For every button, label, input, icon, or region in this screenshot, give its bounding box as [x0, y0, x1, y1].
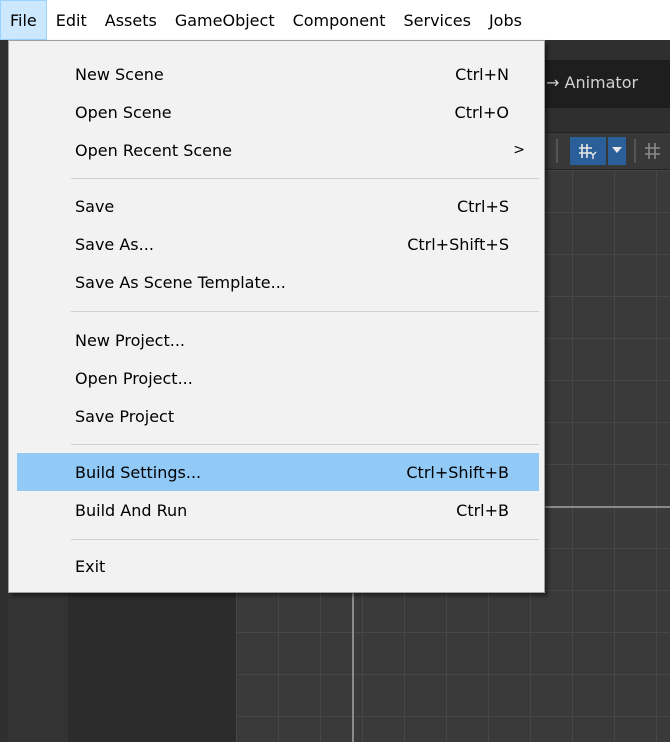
menu-separator: [71, 178, 539, 179]
menu-item-shortcut: Ctrl+Shift+B: [406, 462, 509, 482]
menu-item-exit[interactable]: Exit: [17, 547, 539, 585]
menu-item-label: Open Scene: [75, 102, 172, 122]
menu-item-save-as[interactable]: Save As... Ctrl+Shift+S: [17, 225, 539, 263]
grid-axis-horizontal: [536, 506, 670, 508]
menu-separator: [71, 311, 539, 312]
menu-item-save-as-scene-template[interactable]: Save As Scene Template...: [17, 263, 539, 301]
menu-item-label: Build And Run: [75, 500, 188, 520]
menu-item-shortcut: Ctrl+O: [454, 102, 509, 122]
menu-component[interactable]: Component: [284, 0, 395, 40]
grid-icon[interactable]: [644, 141, 664, 165]
menu-item-save-project[interactable]: Save Project: [17, 397, 539, 435]
toolbar-separator: [556, 139, 558, 163]
menu-item-open-scene[interactable]: Open Scene Ctrl+O: [17, 93, 539, 131]
menu-item-shortcut: Ctrl+B: [456, 500, 509, 520]
menu-gameobject[interactable]: GameObject: [166, 0, 284, 40]
grid-snap-icon[interactable]: [570, 137, 606, 165]
menu-item-build-settings[interactable]: Build Settings... Ctrl+Shift+B: [17, 453, 539, 491]
menu-item-label: Exit: [75, 556, 106, 576]
tab-animator[interactable]: → Animator: [546, 60, 638, 106]
menu-item-label: Save: [75, 196, 115, 216]
menu-bar: File Edit Assets GameObject Component Se…: [0, 0, 670, 40]
menu-item-label: Open Recent Scene: [75, 140, 232, 160]
menu-item-new-project[interactable]: New Project...: [17, 321, 539, 359]
chevron-right-icon: >: [513, 142, 525, 158]
menu-item-label: Build Settings...: [75, 462, 202, 482]
menu-item-shortcut: Ctrl+N: [455, 64, 509, 84]
menu-jobs[interactable]: Jobs: [480, 0, 531, 40]
menu-item-label: Save As Scene Template...: [75, 272, 286, 292]
menu-separator: [71, 444, 539, 445]
menu-edit[interactable]: Edit: [47, 0, 96, 40]
menu-item-open-recent-scene[interactable]: Open Recent Scene >: [17, 131, 539, 169]
toolbar-separator: [634, 139, 636, 163]
dropdown-arrow-icon[interactable]: [608, 137, 626, 165]
menu-item-open-project[interactable]: Open Project...: [17, 359, 539, 397]
menu-item-shortcut: Ctrl+S: [456, 196, 509, 216]
menu-item-label: Save As...: [75, 234, 154, 254]
menu-file[interactable]: File: [0, 0, 47, 40]
file-menu-dropdown: New Scene Ctrl+N Open Scene Ctrl+O Open …: [8, 40, 545, 593]
menu-item-build-and-run[interactable]: Build And Run Ctrl+B: [17, 491, 539, 529]
menu-item-new-scene[interactable]: New Scene Ctrl+N: [17, 55, 539, 93]
menu-item-save[interactable]: Save Ctrl+S: [17, 187, 539, 225]
menu-separator: [71, 539, 539, 540]
menu-services[interactable]: Services: [394, 0, 479, 40]
menu-item-label: New Scene: [75, 64, 164, 84]
menu-item-label: Open Project...: [75, 368, 193, 388]
menu-item-label: New Project...: [75, 330, 185, 350]
menu-assets[interactable]: Assets: [96, 0, 166, 40]
menu-item-shortcut: Ctrl+Shift+S: [407, 234, 509, 254]
menu-item-label: Save Project: [75, 406, 175, 426]
